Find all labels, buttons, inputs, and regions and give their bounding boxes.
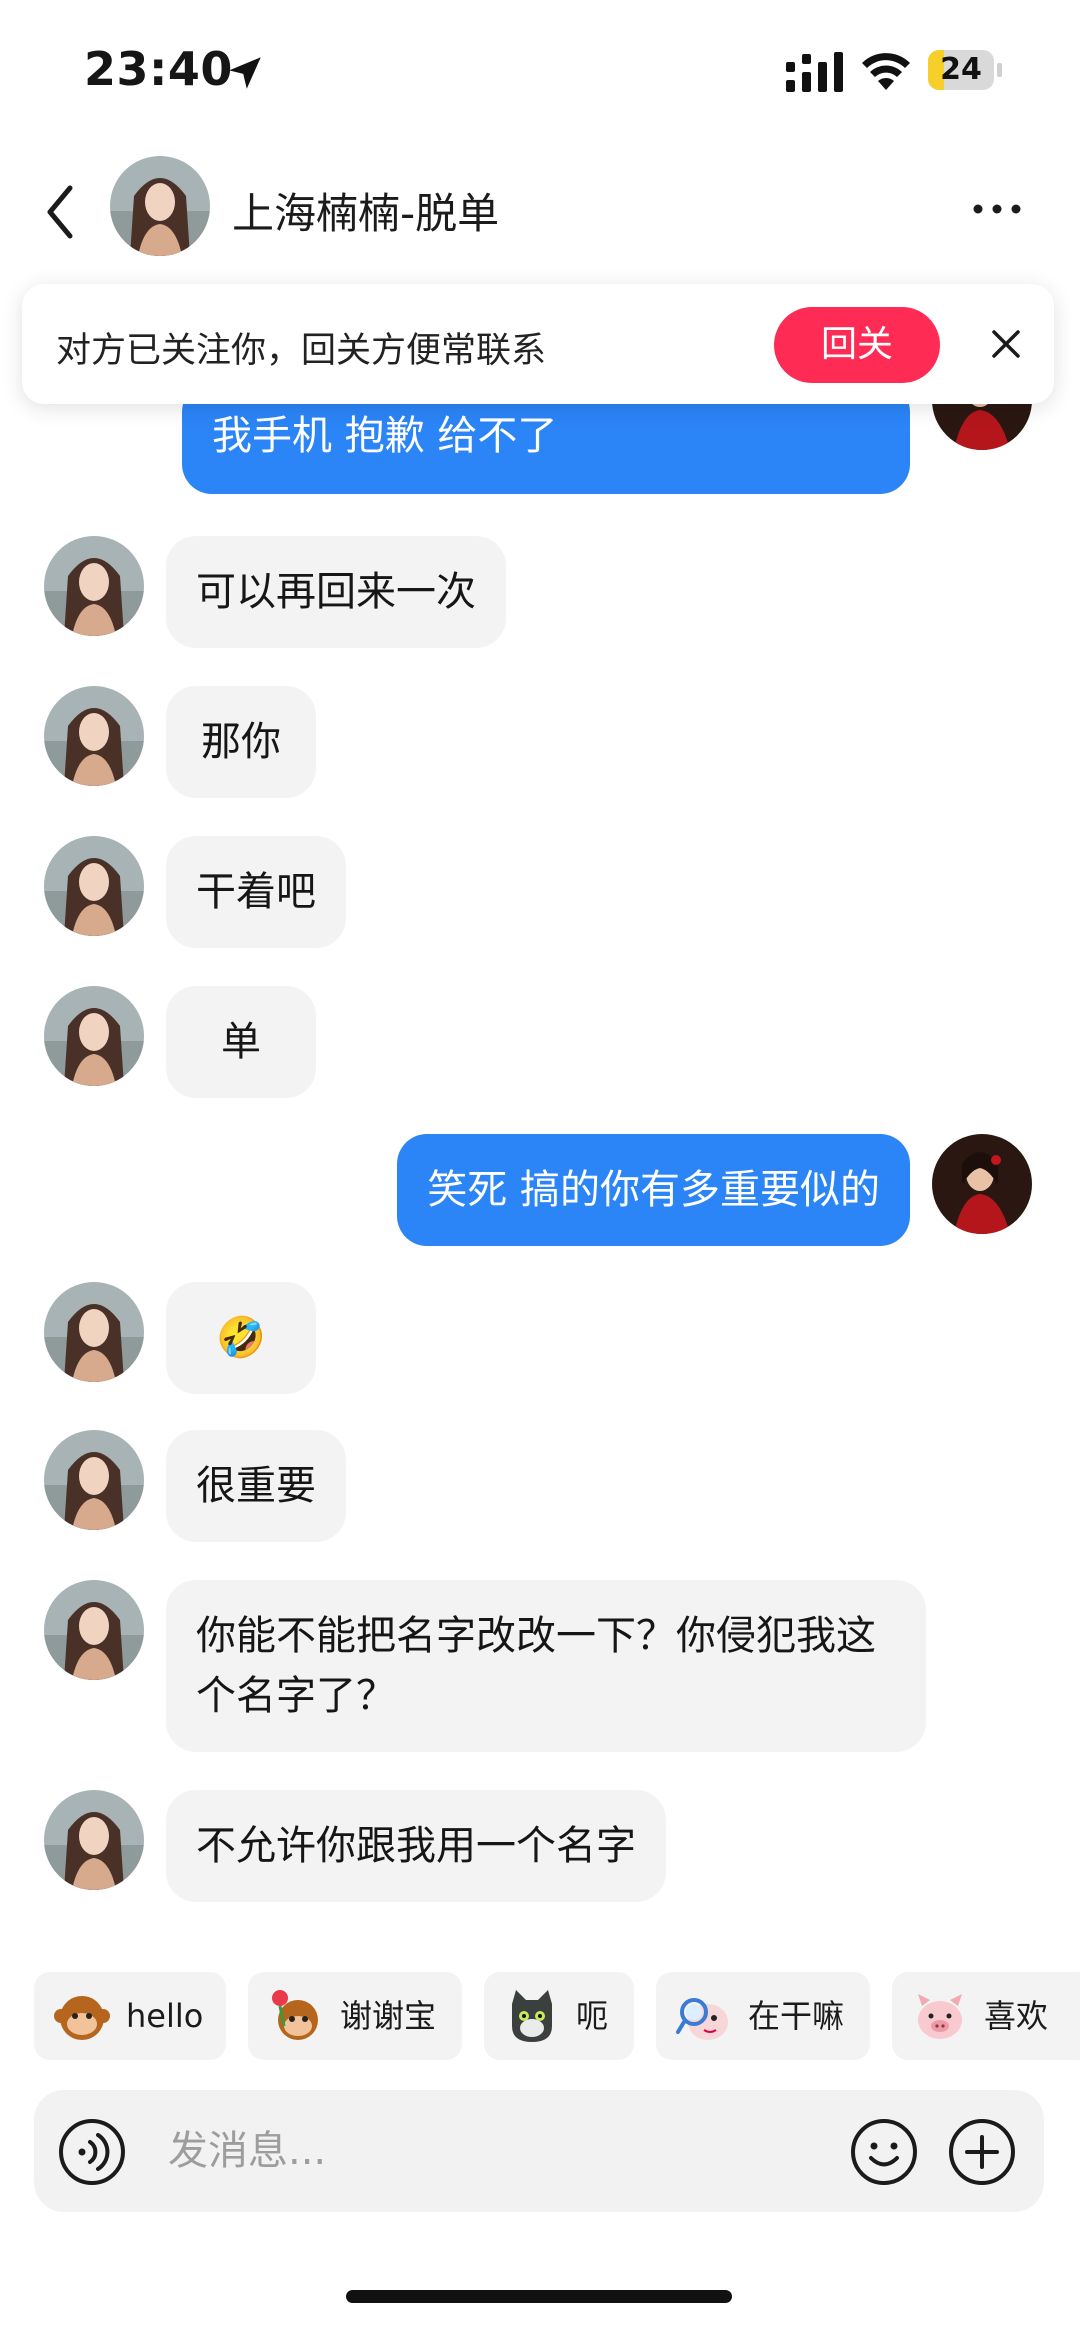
contact-avatar[interactable] [44, 1430, 144, 1530]
message-text: 干着吧 [196, 869, 316, 915]
close-icon[interactable] [990, 328, 1022, 360]
magnifier-sticker-icon [676, 1998, 728, 2040]
contact-avatar[interactable] [44, 1790, 144, 1890]
contact-avatar[interactable] [44, 1282, 144, 1382]
back-chevron-icon[interactable] [40, 182, 80, 242]
contact-avatar[interactable] [44, 986, 144, 1086]
quick-reply-label: 谢谢宝 [340, 1997, 437, 2035]
message-text: 很重要 [196, 1463, 316, 1509]
monkey-sticker-icon [54, 1996, 110, 2040]
message-bubble-incoming[interactable]: 可以再回来一次 [166, 536, 506, 648]
quick-reply-label: hello [126, 1997, 204, 2035]
message-text: 🤣 [216, 1315, 266, 1361]
header-avatar[interactable] [110, 156, 210, 256]
pig-sticker-icon [918, 1994, 962, 2039]
chat-screen: 23:40 24 我手机 抱歉 给不了 可以再回来一次 那你 干着吧 单 笑死 … [0, 0, 1080, 2337]
chat-title[interactable]: 上海楠楠-脱单 [232, 180, 499, 241]
quick-reply-bar[interactable]: hello 谢谢宝 呃 在干嘛 喜欢 [0, 1972, 1080, 2064]
message-bubble-outgoing[interactable]: 笑死 搞的你有多重要似的 [397, 1134, 910, 1246]
follow-banner-text: 对方已关注你，回关方便常联系 [56, 331, 547, 371]
quick-reply-uh[interactable]: 呃 [484, 1972, 634, 2060]
message-bubble-incoming[interactable]: 🤣 [166, 1282, 316, 1394]
follow-back-button[interactable]: 回关 [774, 307, 940, 383]
message-text: 你能不能把名字改改一下？你侵犯我这个名字了？ [196, 1613, 876, 1719]
message-input[interactable]: 发消息... [168, 2090, 326, 2212]
emoji-icon[interactable] [850, 2118, 918, 2186]
more-dots-icon[interactable] [972, 194, 1022, 224]
quick-reply-label: 喜欢 [984, 1997, 1049, 2035]
message-input-bar[interactable]: 发消息... [34, 2090, 1044, 2212]
quick-reply-whatsup[interactable]: 在干嘛 [656, 1972, 870, 2060]
quick-reply-hello[interactable]: hello [34, 1972, 226, 2060]
contact-avatar[interactable] [44, 1580, 144, 1680]
my-avatar[interactable] [932, 1134, 1032, 1234]
message-bubble-incoming[interactable]: 很重要 [166, 1430, 346, 1542]
voice-icon[interactable] [58, 2118, 126, 2186]
message-bubble-incoming[interactable]: 干着吧 [166, 836, 346, 948]
message-bubble-incoming[interactable]: 那你 [166, 686, 316, 798]
quick-reply-label: 在干嘛 [748, 1997, 845, 2035]
message-text: 笑死 搞的你有多重要似的 [427, 1167, 880, 1213]
contact-avatar[interactable] [44, 686, 144, 786]
message-text: 那你 [201, 719, 281, 765]
message-text: 单 [221, 1019, 261, 1065]
monkey-rose-sticker-icon [272, 1990, 318, 2040]
chat-header: 上海楠楠-脱单 [0, 140, 1080, 284]
message-text: 不允许你跟我用一个名字 [196, 1823, 636, 1869]
quick-reply-label: 呃 [576, 1997, 609, 2035]
plus-icon[interactable] [948, 2118, 1016, 2186]
follow-back-banner: 对方已关注你，回关方便常联系 回关 [22, 284, 1054, 404]
cat-sticker-icon [512, 1990, 552, 2042]
message-text: 我手机 抱歉 给不了 [212, 413, 558, 459]
quick-reply-like[interactable]: 喜欢 [892, 1972, 1080, 2060]
message-bubble-incoming[interactable]: 不允许你跟我用一个名字 [166, 1790, 666, 1902]
message-text: 可以再回来一次 [196, 569, 476, 615]
quick-reply-thanks[interactable]: 谢谢宝 [248, 1972, 462, 2060]
message-bubble-incoming[interactable]: 单 [166, 986, 316, 1098]
contact-avatar[interactable] [44, 536, 144, 636]
message-bubble-incoming[interactable]: 你能不能把名字改改一下？你侵犯我这个名字了？ [166, 1580, 926, 1752]
home-indicator[interactable] [346, 2290, 732, 2303]
contact-avatar[interactable] [44, 836, 144, 936]
